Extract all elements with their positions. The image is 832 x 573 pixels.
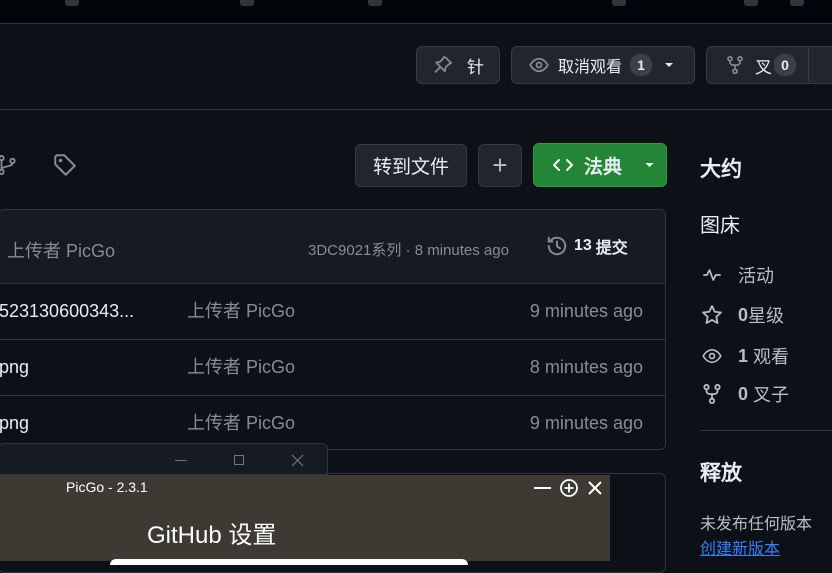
stars-link[interactable]: 0 星级 [700, 302, 784, 328]
commit-hash-time[interactable]: 3DC9021系列 · 8 minutes ago [308, 239, 509, 260]
eye-icon [702, 348, 722, 364]
forks-label: 叉子 [753, 385, 790, 405]
nav-icon-stub[interactable] [744, 0, 758, 6]
fork-button[interactable]: 叉 0 [706, 46, 832, 84]
nav-icon-stub[interactable] [790, 0, 804, 6]
forks-link[interactable]: 0 叉子 [700, 381, 789, 407]
activity-link[interactable]: 活动 [700, 262, 774, 288]
fork-label: 叉 [755, 57, 772, 77]
commit-count: 13 [574, 237, 592, 254]
nav-icon-stub[interactable] [65, 0, 79, 6]
file-name[interactable]: png [0, 339, 29, 395]
branch-icon[interactable] [0, 153, 18, 177]
button-divider [808, 48, 809, 82]
nav-icon-stub[interactable] [368, 0, 382, 6]
commits-label: 提交 [595, 240, 628, 257]
nav-icon-stub[interactable] [612, 0, 626, 6]
maximize-icon[interactable] [234, 455, 244, 465]
caret-down-icon [645, 163, 654, 167]
watching-count: 1 [738, 345, 749, 366]
stars-label: 星级 [748, 306, 785, 326]
close-icon[interactable] [587, 480, 603, 496]
go-to-file-label: 转到文件 [372, 157, 449, 178]
watching-link[interactable]: 1 观看 [700, 343, 789, 369]
fork-icon [727, 55, 743, 75]
file-commit-time: 9 minutes ago [529, 413, 643, 433]
star-icon [702, 305, 722, 324]
close-icon[interactable] [291, 454, 304, 467]
caret-down-icon [665, 63, 674, 67]
pulse-icon [703, 269, 721, 281]
file-commit-time: 8 minutes ago [529, 357, 643, 377]
file-row[interactable]: png 上传者 PicGo 9 minutes ago [0, 395, 665, 449]
file-list: 上传者 PicGo 3DC9021系列 · 8 minutes ago 13 提… [0, 209, 666, 450]
file-commit-time: 9 minutes ago [529, 301, 643, 321]
picgo-settings-heading: GitHub 设置 [147, 522, 277, 549]
file-row[interactable]: png 上传者 PicGo 8 minutes ago [0, 339, 665, 396]
releases-heading[interactable]: 释放 [700, 457, 742, 487]
commit-author[interactable]: 上传者 PicGo [7, 237, 115, 263]
unwatch-label: 取消观看 [558, 59, 623, 76]
picgo-window: PicGo - 2.3.1 GitHub 设置 [0, 475, 610, 565]
file-commit-message[interactable]: 上传者 PicGo [187, 339, 295, 395]
pin-label: 针 [467, 57, 484, 77]
commits-link[interactable]: 13 提交 [545, 234, 628, 258]
code-label: 法典 [584, 156, 623, 178]
file-row[interactable]: 523130600343... 上传者 PicGo 9 minutes ago [0, 283, 665, 340]
watching-label: 观看 [753, 347, 790, 367]
plus-circle-icon[interactable] [559, 478, 579, 498]
eye-icon [529, 57, 549, 73]
repo-description: 图床 [700, 215, 740, 237]
picgo-window-title: PicGo - 2.3.1 [66, 479, 148, 495]
fork-icon [703, 384, 721, 404]
file-name[interactable]: 523130600343... [0, 283, 134, 339]
unwatch-button[interactable]: 取消观看 1 [511, 46, 695, 84]
stars-count: 0 [738, 304, 749, 325]
forks-count: 0 [738, 383, 749, 404]
top-navigation-bar [0, 0, 832, 24]
repo-action-bar: 针 取消观看 1 叉 0 [0, 24, 832, 110]
pin-button[interactable]: 针 [416, 46, 500, 84]
about-heading: 大约 [700, 158, 742, 181]
watch-count-badge: 1 [630, 54, 653, 76]
pin-icon [434, 55, 452, 74]
file-name[interactable]: png [0, 395, 29, 449]
tag-icon[interactable] [53, 153, 77, 177]
background-window-titlebar [0, 443, 328, 475]
nav-icon-stub[interactable] [240, 0, 254, 6]
code-button[interactable]: 法典 [533, 143, 667, 187]
code-icon [553, 159, 573, 171]
latest-commit-bar: 上传者 PicGo 3DC9021系列 · 8 minutes ago 13 提… [0, 210, 665, 284]
create-release-link[interactable]: 创建新版本 [700, 535, 780, 559]
minimize-icon[interactable] [534, 487, 551, 489]
add-file-label: + [492, 150, 508, 180]
no-releases-text: 未发布任何版本 [700, 516, 813, 533]
file-commit-message[interactable]: 上传者 PicGo [187, 395, 295, 449]
fork-count-badge: 0 [774, 54, 796, 76]
go-to-file-button[interactable]: 转到文件 [355, 144, 467, 187]
file-commit-message[interactable]: 上传者 PicGo [187, 283, 295, 339]
minimize-icon[interactable] [175, 460, 187, 461]
sidebar-divider [700, 430, 832, 431]
history-icon [547, 236, 567, 256]
activity-label: 活动 [738, 266, 774, 286]
settings-form-panel [110, 559, 468, 565]
add-file-button[interactable]: + [478, 144, 522, 187]
